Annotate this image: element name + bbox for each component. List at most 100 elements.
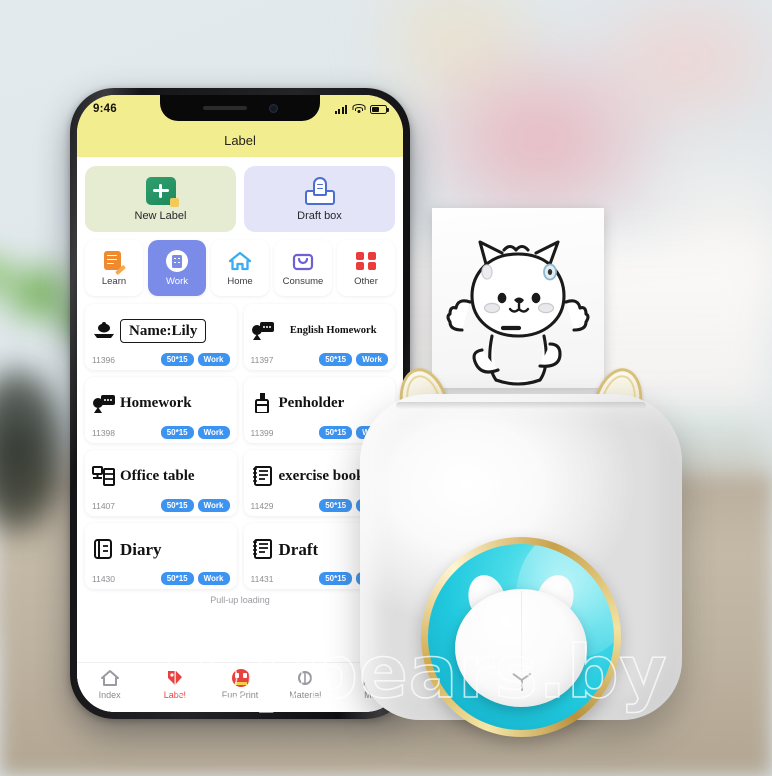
size-badge: 50*15 (160, 353, 194, 366)
category-badge: Work (197, 353, 230, 366)
category-home[interactable]: Home (211, 240, 269, 296)
template-preview: Name:Lily (92, 309, 230, 353)
size-badge: 50*15 (160, 426, 194, 439)
template-card[interactable]: Name:Lily 11396 50*15 Work (85, 304, 237, 370)
size-badge: 50*15 (319, 572, 353, 585)
template-card[interactable]: Diary 11430 50*15 Work (85, 523, 237, 589)
signal-icon (335, 104, 347, 114)
printer-gold-ring (421, 537, 621, 737)
printer-led-ring (428, 544, 614, 730)
printer-power-button[interactable] (455, 570, 587, 707)
template-badges: 50*15 Work (160, 426, 230, 439)
template-id: 11397 (250, 354, 274, 365)
size-badge: 50*15 (160, 572, 194, 585)
page-title: Label (224, 132, 256, 148)
draft-box-button[interactable]: Draft box (244, 166, 395, 232)
template-id: 11399 (250, 427, 274, 438)
penholder-icon (251, 393, 275, 415)
template-title-bubble: Name:Lily (120, 319, 207, 343)
category-badge: Work (197, 426, 230, 439)
notebook-icon (251, 466, 275, 488)
template-id: 11429 (250, 500, 274, 511)
tab-material[interactable]: Material (273, 669, 338, 700)
speech-bubble-icon (251, 320, 275, 342)
template-title: Homework (120, 395, 192, 412)
home-outline-icon (100, 669, 120, 687)
template-id: 11398 (92, 427, 116, 438)
template-card[interactable]: Office table 11407 50*15 Work (85, 450, 237, 516)
template-badges: 50*15 Work (160, 353, 230, 366)
template-id: 11396 (92, 354, 116, 365)
template-grid: Name:Lily 11396 50*15 Work English Homew… (85, 304, 395, 589)
template-title: Name:Lily (129, 323, 198, 339)
template-card[interactable]: English Homework 11397 50*15 Work (243, 304, 395, 370)
category-label: Home (227, 275, 253, 287)
notebook-icon (251, 539, 275, 561)
category-learn[interactable]: Learn (85, 240, 143, 296)
template-scroll-area[interactable]: New Label Draft box Learn Work Home Cons… (77, 157, 403, 662)
desk-icon (92, 466, 116, 488)
cat-sticker-drawing (446, 240, 590, 386)
template-title: Office table (120, 468, 195, 485)
new-label-button[interactable]: New Label (85, 166, 236, 232)
category-label: Work (166, 275, 188, 287)
template-footer: 11430 50*15 Work (92, 572, 230, 585)
printer-body (360, 394, 682, 737)
tab-label-active[interactable]: Label (142, 669, 207, 700)
power-logo-icon (510, 669, 532, 691)
button-ear-right-icon (535, 570, 579, 614)
template-title: exercise book (278, 468, 365, 485)
draft-box-icon (304, 176, 335, 205)
template-id: 11407 (92, 500, 116, 511)
category-badge: Work (197, 499, 230, 512)
bottom-tab-bar: Index Label Fun Print Material (77, 662, 403, 712)
status-time: 9:46 (93, 103, 117, 115)
category-badge: Work (356, 353, 388, 366)
category-work[interactable]: Work (148, 240, 206, 296)
wifi-icon (352, 104, 365, 114)
material-icon (295, 669, 315, 687)
template-preview: Office table (92, 455, 230, 499)
category-other[interactable]: Other (337, 240, 395, 296)
earpiece-speaker-icon (202, 106, 247, 110)
template-preview: Homework (92, 382, 230, 426)
template-preview: Diary (92, 528, 230, 572)
button-seam (521, 590, 523, 677)
tab-fun-print[interactable]: Fun Print (207, 669, 272, 700)
template-footer: 11396 50*15 Work (92, 353, 230, 366)
tab-index[interactable]: Index (77, 669, 142, 700)
template-preview: English Homework (251, 309, 389, 353)
category-badge: Work (197, 572, 230, 585)
quick-actions-row: New Label Draft box (85, 166, 395, 232)
paper-slot (396, 402, 646, 409)
app-header: Label (77, 123, 403, 157)
category-label: Other (354, 275, 378, 287)
printed-label-paper (432, 208, 604, 388)
draft-box-text: Draft box (297, 209, 342, 222)
other-icon (354, 250, 378, 272)
mini-label-printer[interactable] (360, 363, 682, 737)
template-card[interactable]: Homework 11398 50*15 Work (85, 377, 237, 443)
battery-icon (370, 104, 389, 114)
phone-screen: 9:46 Label New Label Draft box Learn Wor… (77, 95, 403, 712)
work-icon (165, 249, 189, 272)
size-badge: 50*15 (319, 499, 353, 512)
tab-label: Material (289, 690, 322, 700)
size-badge: 50*15 (160, 499, 194, 512)
template-badges: 50*15 Work (160, 499, 230, 512)
category-label: Consume (282, 275, 324, 287)
category-row: Learn Work Home Consume Other (85, 240, 395, 296)
template-footer: 11398 50*15 Work (92, 426, 230, 439)
app-body: New Label Draft box Learn Work Home Cons… (77, 157, 403, 712)
template-title: Penholder (278, 395, 345, 412)
pull-up-loading-text: Pull-up loading (210, 595, 270, 605)
template-id: 11430 (92, 573, 116, 584)
template-title: Diary (120, 540, 162, 560)
phone-notch (160, 95, 320, 121)
category-consume[interactable]: Consume (274, 240, 332, 296)
template-title: Draft (278, 540, 319, 560)
template-badges: 50*15 Work (160, 572, 230, 585)
home-icon (228, 250, 252, 272)
template-id: 11431 (250, 573, 274, 584)
tab-label: Label (163, 690, 186, 700)
